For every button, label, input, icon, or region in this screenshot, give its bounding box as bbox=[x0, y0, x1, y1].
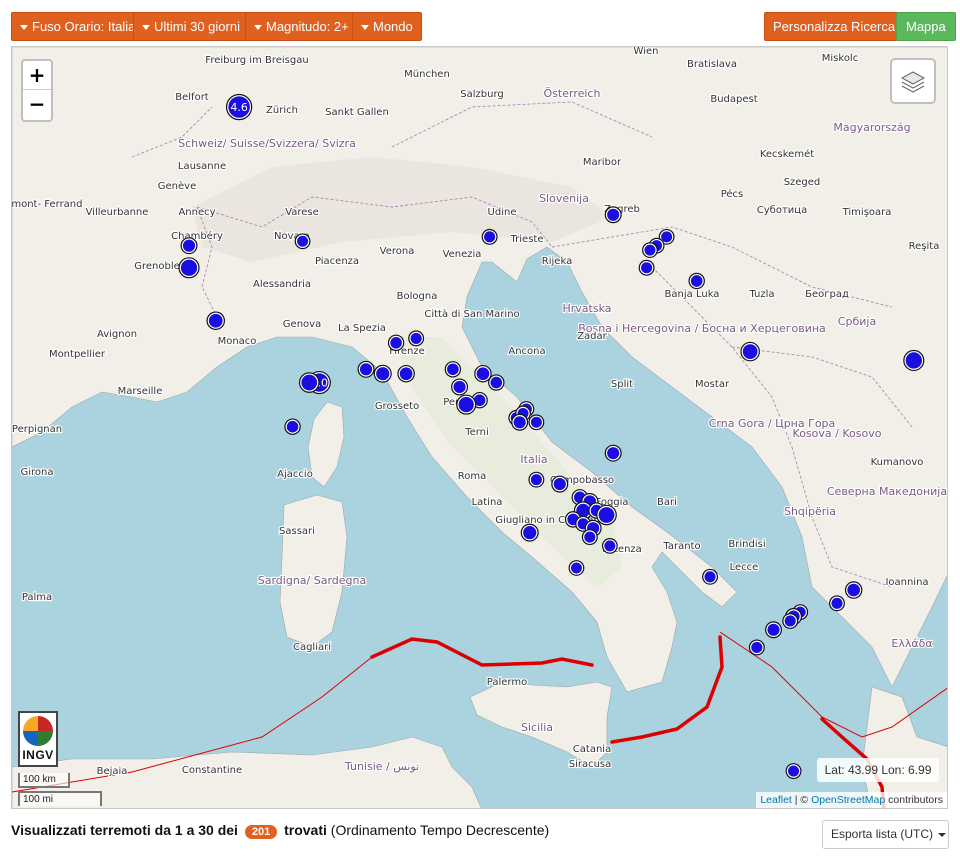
coordinates-readout: Lat: 43.99 Lon: 6.99 bbox=[817, 758, 939, 782]
earthquake-marker[interactable] bbox=[688, 272, 705, 290]
caret-down-icon bbox=[938, 832, 947, 837]
results-prefix: Visualizzati terremoti da 1 a 30 dei bbox=[11, 822, 238, 838]
earthquake-marker[interactable] bbox=[604, 444, 622, 462]
results-count-badge: 201 bbox=[244, 825, 278, 839]
earthquake-marker[interactable] bbox=[740, 341, 760, 362]
zoom-control: + − bbox=[21, 59, 53, 122]
caret-down-icon bbox=[361, 25, 369, 31]
toolbar: Fuso Orario: Italia Ultimi 30 giorni Mag… bbox=[0, 0, 960, 46]
attribution-tail: contributors bbox=[885, 794, 943, 806]
earthquake-marker[interactable] bbox=[451, 378, 469, 396]
ingv-logo: INGV bbox=[18, 711, 58, 767]
timezone-filter-button[interactable]: Fuso Orario: Italia bbox=[11, 12, 145, 41]
filter-label: Mondo bbox=[373, 19, 413, 34]
earthquake-marker[interactable] bbox=[178, 257, 200, 279]
earthquake-marker[interactable] bbox=[206, 311, 226, 330]
map-view-button[interactable]: Mappa bbox=[896, 12, 956, 41]
period-filter-button[interactable]: Ultimi 30 giorni bbox=[133, 12, 249, 41]
results-sort-note: (Ordinamento Tempo Decrescente) bbox=[330, 822, 550, 838]
earthquake-marker[interactable] bbox=[638, 259, 655, 276]
earthquake-marker[interactable] bbox=[528, 414, 545, 431]
earthquake-marker[interactable] bbox=[284, 418, 301, 435]
leaflet-link[interactable]: Leaflet bbox=[760, 794, 792, 806]
earthquake-marker[interactable] bbox=[397, 364, 415, 383]
earthquake-marker[interactable] bbox=[444, 361, 462, 378]
earthquake-marker[interactable] bbox=[373, 364, 392, 383]
layers-icon bbox=[900, 71, 926, 93]
earthquake-marker[interactable] bbox=[596, 504, 617, 526]
caret-down-icon bbox=[20, 25, 28, 31]
export-label: Esporta lista (UTC) bbox=[831, 827, 934, 841]
map-attribution: Leaflet | © OpenStreetMap contributors bbox=[756, 792, 947, 808]
results-summary: Visualizzati terremoti da 1 a 30 dei 201… bbox=[11, 822, 549, 839]
earthquake-marker[interactable] bbox=[829, 595, 845, 612]
earthquake-marker[interactable] bbox=[387, 334, 405, 352]
earthquake-marker[interactable] bbox=[511, 413, 529, 431]
earthquake-marker[interactable] bbox=[903, 349, 925, 372]
customize-search-button[interactable]: Personalizza Ricerca bbox=[764, 12, 905, 41]
earthquake-marker[interactable] bbox=[568, 560, 585, 576]
filter-label: Ultimi 30 giorni bbox=[154, 19, 240, 34]
earthquake-marker[interactable] bbox=[785, 763, 802, 780]
zoom-out-button[interactable]: − bbox=[23, 90, 51, 119]
earthquake-marker[interactable] bbox=[748, 639, 765, 656]
export-list-dropdown[interactable]: Esporta lista (UTC) bbox=[822, 820, 949, 849]
earthquake-marker[interactable] bbox=[481, 228, 498, 245]
earthquake-markers-layer: 4.64.0 bbox=[178, 93, 925, 780]
earthquake-marker[interactable] bbox=[782, 612, 799, 629]
magnitude-filter-button[interactable]: Magnitudo: 2+ bbox=[245, 12, 358, 41]
region-filter-button[interactable]: Mondo bbox=[352, 12, 422, 41]
earthquake-marker[interactable] bbox=[765, 621, 783, 639]
earthquake-marker[interactable] bbox=[581, 529, 598, 546]
earthquake-marker[interactable] bbox=[474, 364, 492, 383]
earthquake-marker[interactable] bbox=[528, 471, 545, 488]
earthquake-marker[interactable] bbox=[408, 330, 425, 347]
earthquake-marker[interactable] bbox=[844, 581, 863, 599]
earthquake-marker[interactable] bbox=[551, 475, 569, 493]
earthquake-marker[interactable] bbox=[298, 372, 320, 393]
attribution-separator: | © bbox=[791, 794, 812, 806]
earthquake-marker[interactable] bbox=[702, 568, 719, 585]
earthquake-marker[interactable] bbox=[601, 537, 618, 554]
filter-label: Fuso Orario: Italia bbox=[32, 19, 136, 34]
earthquake-map[interactable]: Freiburg im Breisgau München Wien Bratislav… bbox=[11, 46, 948, 809]
osm-link[interactable]: OpenStreetMap bbox=[811, 794, 885, 806]
earthquake-marker[interactable]: 4.6 bbox=[225, 93, 253, 121]
layers-button[interactable] bbox=[890, 58, 936, 104]
magnitude-label: 4.6 bbox=[230, 101, 248, 114]
zoom-in-button[interactable]: + bbox=[23, 61, 51, 90]
earthquake-marker[interactable] bbox=[357, 360, 375, 378]
earthquake-marker[interactable] bbox=[294, 233, 311, 250]
earthquake-marker[interactable] bbox=[488, 374, 505, 391]
earthquake-marker[interactable] bbox=[520, 523, 539, 542]
filter-label: Magnitudo: 2+ bbox=[266, 19, 349, 34]
earthquake-marker[interactable] bbox=[642, 242, 658, 258]
ingv-globe-icon bbox=[23, 716, 53, 746]
ingv-logo-text: INGV bbox=[22, 748, 54, 762]
caret-down-icon bbox=[142, 25, 150, 31]
scale-bar-km: 100 km bbox=[18, 773, 70, 788]
earthquake-marker[interactable] bbox=[456, 394, 477, 415]
results-suffix: trovati bbox=[284, 822, 327, 838]
earthquake-marker[interactable] bbox=[180, 237, 198, 255]
caret-down-icon bbox=[254, 25, 262, 31]
scale-bar-mi: 100 mi bbox=[18, 791, 102, 806]
earthquake-marker[interactable] bbox=[604, 206, 622, 224]
